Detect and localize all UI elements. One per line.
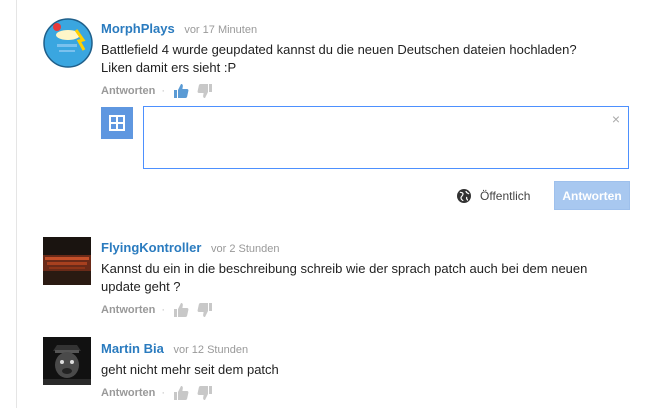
reply-link[interactable]: Antworten: [101, 385, 155, 401]
avatar[interactable]: [43, 337, 91, 385]
comment-body: FlyingKontroller vor 2 Stunden Kannst du…: [101, 240, 621, 318]
author-name[interactable]: FlyingKontroller: [101, 240, 201, 255]
author-name[interactable]: MorphPlays: [101, 21, 175, 36]
comment-text-line: update geht ?: [101, 279, 181, 294]
reply-user-avatar: [101, 107, 133, 139]
comment-body: Martin Bia vor 12 Stunden geht nicht meh…: [101, 341, 621, 401]
comment-actions: Antworten ·: [101, 385, 621, 401]
reply-link[interactable]: Antworten: [101, 302, 155, 318]
thumbs-up-icon[interactable]: [173, 302, 189, 318]
comment-meta: Martin Bia vor 12 Stunden: [101, 341, 621, 358]
avatar-flyingkontroller: [43, 237, 91, 285]
timestamp[interactable]: vor 17 Minuten: [184, 24, 257, 36]
comment-meta: MorphPlays vor 17 Minuten: [101, 21, 621, 38]
default-avatar-icon: [109, 115, 125, 131]
thumbs-down-icon[interactable]: [197, 385, 213, 401]
separator-dot: ·: [161, 304, 166, 316]
thumbs-down-icon[interactable]: [197, 83, 213, 99]
visibility-selector[interactable]: Öffentlich: [456, 188, 530, 204]
thread-divider: [16, 0, 17, 408]
thumbs-down-icon[interactable]: [197, 302, 213, 318]
avatar-martin-bia: [43, 337, 91, 385]
comment-text-line: Liken damit ers sieht :P: [101, 60, 237, 75]
avatar-morphplays: [43, 18, 93, 68]
comment-body: MorphPlays vor 17 Minuten Battlefield 4 …: [101, 21, 621, 99]
globe-icon: [456, 188, 472, 204]
visibility-label: Öffentlich: [480, 189, 531, 203]
comment-text: Kannst du ein in die beschreibung schrei…: [101, 260, 621, 296]
avatar[interactable]: [43, 18, 93, 68]
comment-meta: FlyingKontroller vor 2 Stunden: [101, 240, 621, 257]
thumbs-up-icon[interactable]: [173, 83, 189, 99]
timestamp[interactable]: vor 2 Stunden: [211, 243, 280, 255]
thumbs-up-icon[interactable]: [173, 385, 189, 401]
comment-text: Battlefield 4 wurde geupdated kannst du …: [101, 41, 621, 77]
comment-actions: Antworten ·: [101, 302, 621, 318]
comment-text-line: Kannst du ein in die beschreibung schrei…: [101, 261, 588, 276]
reply-link[interactable]: Antworten: [101, 83, 155, 99]
avatar[interactable]: [43, 237, 91, 285]
timestamp[interactable]: vor 12 Stunden: [173, 344, 248, 356]
comment-text-line: geht nicht mehr seit dem patch: [101, 362, 279, 377]
comment-actions: Antworten ·: [101, 83, 621, 99]
author-name[interactable]: Martin Bia: [101, 341, 164, 356]
reply-submit-button[interactable]: Antworten: [554, 181, 630, 210]
close-icon[interactable]: ×: [612, 111, 620, 127]
comment-text-line: Battlefield 4 wurde geupdated kannst du …: [101, 42, 577, 57]
separator-dot: ·: [161, 85, 166, 97]
reply-input[interactable]: ×: [143, 106, 629, 169]
comment-text: geht nicht mehr seit dem patch: [101, 361, 621, 379]
separator-dot: ·: [161, 387, 166, 399]
